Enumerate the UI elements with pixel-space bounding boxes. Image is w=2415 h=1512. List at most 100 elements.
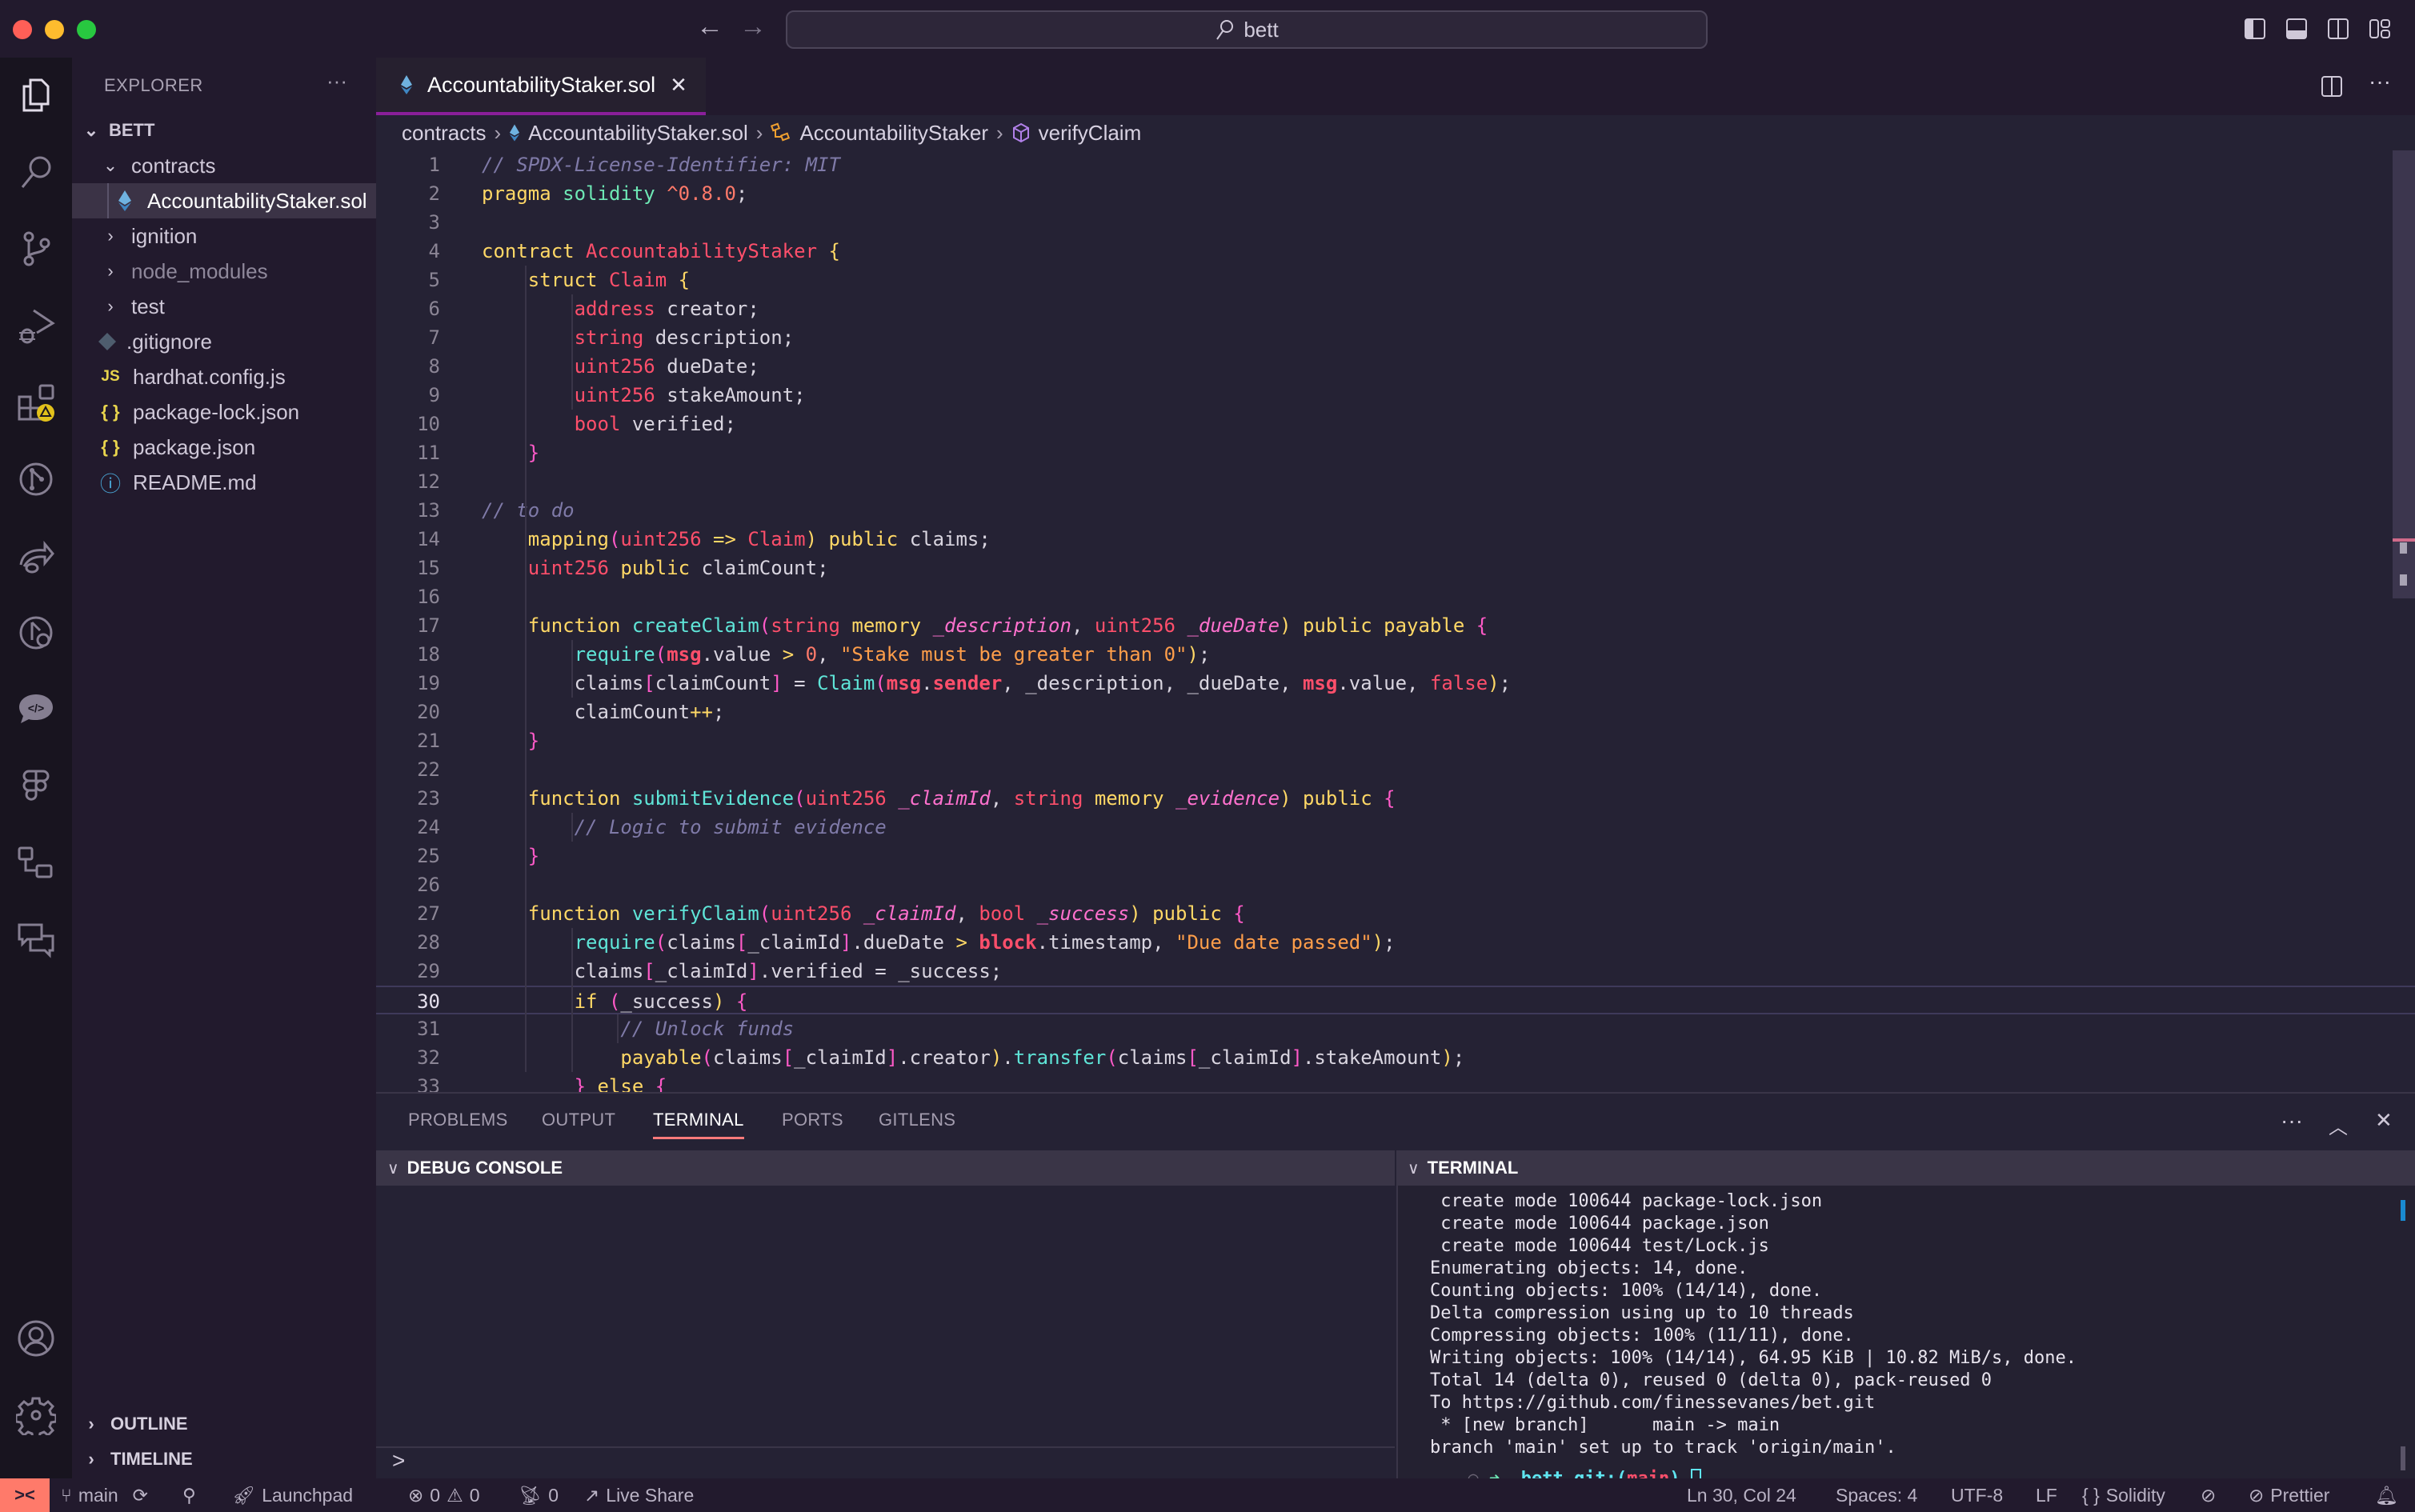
search-icon[interactable] <box>14 150 58 194</box>
code-line[interactable]: 27 function verifyClaim(uint256 _claimId… <box>376 899 2415 928</box>
code-line[interactable]: 11 } <box>376 438 2415 467</box>
debug-console-body[interactable]: > <box>376 1186 1395 1480</box>
editor-scrollbar[interactable] <box>2393 150 2415 598</box>
split-editor-icon[interactable] <box>2321 75 2343 98</box>
copilot-status[interactable]: ⊘ <box>2201 1485 2216 1506</box>
tree-item-ignition[interactable]: › ignition <box>72 218 376 254</box>
tab-terminal[interactable]: TERMINAL <box>653 1110 744 1139</box>
code-line[interactable]: 2 pragma solidity ^0.8.0; <box>376 179 2415 208</box>
gitlens-icon[interactable] <box>14 458 58 501</box>
code-line[interactable]: 28 require(claims[_claimId].dueDate > bl… <box>376 928 2415 957</box>
tree-item-hardhat-config[interactable]: JS hardhat.config.js <box>72 359 376 394</box>
workspace-root[interactable]: ⌄ BETT <box>72 113 376 148</box>
code-line[interactable]: 30 if (_success) { <box>376 986 2415 1014</box>
maximize-window-button[interactable] <box>77 20 96 39</box>
eol-status[interactable]: LF <box>2036 1485 2057 1506</box>
live-share-icon[interactable] <box>14 534 58 578</box>
code-editor[interactable]: 1 // SPDX-License-Identifier: MIT 2 pragma … <box>376 150 2415 1092</box>
run-and-debug-icon[interactable] <box>14 304 58 347</box>
maximize-panel-icon[interactable]: ︿ <box>2329 1111 2348 1139</box>
tab-output[interactable]: OUTPUT <box>542 1110 615 1130</box>
tree-item-readme[interactable]: ⓘ README.md <box>72 465 376 500</box>
code-line[interactable]: 29 claims[_claimId].verified = _success; <box>376 957 2415 986</box>
tree-item-node-modules[interactable]: › node_modules <box>72 254 376 289</box>
toggle-panel-icon[interactable] <box>2285 18 2308 40</box>
explorer-icon[interactable] <box>14 74 58 117</box>
toggle-primary-sidebar-icon[interactable] <box>2244 18 2266 40</box>
close-window-button[interactable] <box>13 20 32 39</box>
code-line[interactable]: 7 string description; <box>376 323 2415 352</box>
remote-explorer-icon[interactable] <box>14 842 58 885</box>
code-line[interactable]: 1 // SPDX-License-Identifier: MIT <box>376 150 2415 179</box>
customize-layout-icon[interactable] <box>2369 18 2391 40</box>
terminal-header[interactable]: ∨ TERMINAL <box>1396 1150 2415 1186</box>
launchpad-status[interactable]: 🚀︎ Launchpad <box>232 1485 353 1506</box>
more-actions-button[interactable]: ··· <box>326 69 347 94</box>
code-line[interactable]: 10 bool verified; <box>376 410 2415 438</box>
code-line[interactable]: 24 // Logic to submit evidence <box>376 813 2415 842</box>
problems-status[interactable]: ⊗ 0 ⚠ 0 <box>408 1485 480 1506</box>
code-line[interactable]: 23 function submitEvidence(uint256 _clai… <box>376 784 2415 813</box>
code-line[interactable]: 26 <box>376 870 2415 899</box>
figma-icon[interactable] <box>14 765 58 808</box>
panel-more-actions-icon[interactable]: ··· <box>2281 1108 2303 1134</box>
settings-gear-icon[interactable] <box>14 1394 58 1437</box>
toggle-secondary-sidebar-icon[interactable] <box>2327 18 2349 40</box>
close-tab-icon[interactable]: ✕ <box>670 73 687 98</box>
outline-section[interactable]: › OUTLINE <box>72 1408 187 1440</box>
close-panel-icon[interactable]: ✕ <box>2375 1108 2393 1133</box>
code-line[interactable]: 33 } else { <box>376 1072 2415 1092</box>
account-icon[interactable] <box>14 1317 58 1360</box>
tree-item-package-lock[interactable]: { } package-lock.json <box>72 394 376 430</box>
code-line[interactable]: 25 } <box>376 842 2415 870</box>
code-line[interactable]: 8 uint256 dueDate; <box>376 352 2415 381</box>
tree-item-accountabilitystaker-sol[interactable]: AccountabilityStaker.sol <box>72 183 376 218</box>
minimize-window-button[interactable] <box>45 20 64 39</box>
git-graph-status[interactable]: ⚲ <box>182 1485 196 1506</box>
timeline-section[interactable]: › TIMELINE <box>72 1443 192 1475</box>
editor-tab-accountabilitystaker[interactable]: AccountabilityStaker.sol ✕ <box>376 58 706 115</box>
sync-icon[interactable]: ⟳ <box>133 1485 148 1506</box>
ports-status[interactable]: 📡︎ 0 <box>519 1485 559 1506</box>
language-mode-status[interactable]: { } Solidity <box>2082 1485 2165 1506</box>
terminal-output[interactable]: ○ ➜ bett git:(main) create mode 100644 p… <box>1396 1186 2415 1490</box>
code-line[interactable]: 17 function createClaim(string memory _d… <box>376 611 2415 640</box>
breadcrumb-file[interactable]: AccountabilityStaker.sol <box>528 121 748 146</box>
code-line[interactable]: 32 payable(claims[_claimId].creator).tra… <box>376 1043 2415 1072</box>
debug-console-input-prompt[interactable]: > <box>392 1448 405 1474</box>
code-line[interactable]: 13 // to do <box>376 496 2415 525</box>
code-line[interactable]: 20 claimCount++; <box>376 698 2415 726</box>
tab-gitlens[interactable]: GITLENS <box>879 1110 955 1130</box>
code-line[interactable]: 3 <box>376 208 2415 237</box>
breadcrumb-contracts[interactable]: contracts <box>402 121 487 146</box>
live-share-status[interactable]: ↗ Live Share <box>584 1485 694 1506</box>
editor-more-actions-icon[interactable]: ··· <box>2369 69 2391 94</box>
breadcrumb-contract[interactable]: AccountabilityStaker <box>799 121 988 146</box>
tab-problems[interactable]: PROBLEMS <box>408 1110 508 1130</box>
code-line[interactable]: 16 <box>376 582 2415 611</box>
cursor-position[interactable]: Ln 30, Col 24 <box>1687 1485 1796 1506</box>
forward-arrow-icon[interactable]: → <box>739 11 767 42</box>
code-line[interactable]: 15 uint256 public claimCount; <box>376 554 2415 582</box>
code-chat-icon[interactable]: </> <box>14 688 58 731</box>
notifications-status[interactable]: 🔔︎ <box>2375 1485 2398 1506</box>
code-line[interactable]: 6 address creator; <box>376 294 2415 323</box>
back-arrow-icon[interactable]: ← <box>696 11 723 42</box>
tree-item-gitignore[interactable]: .gitignore <box>72 324 376 359</box>
remote-indicator-button[interactable]: >< <box>0 1478 50 1512</box>
code-line[interactable]: 9 uint256 stakeAmount; <box>376 381 2415 410</box>
gitlens-inspect-icon[interactable] <box>14 611 58 654</box>
command-center-search[interactable]: bett <box>786 10 1708 49</box>
breadcrumb-function[interactable]: verifyClaim <box>1039 121 1142 146</box>
indentation-status[interactable]: Spaces: 4 <box>1836 1485 1917 1506</box>
tree-item-test[interactable]: › test <box>72 289 376 324</box>
code-line[interactable]: 18 require(msg.value > 0, "Stake must be… <box>376 640 2415 669</box>
comments-icon[interactable] <box>14 918 58 962</box>
debug-console-header[interactable]: ∨ DEBUG CONSOLE <box>376 1150 1395 1186</box>
branch-status[interactable]: ⑂ main ⟳ <box>61 1485 148 1506</box>
tree-item-package-json[interactable]: { } package.json <box>72 430 376 465</box>
code-line[interactable]: 19 claims[claimCount] = Claim(msg.sender… <box>376 669 2415 698</box>
terminal-scrollbar[interactable] <box>2401 1446 2405 1470</box>
code-line[interactable]: 31 // Unlock funds <box>376 1014 2415 1043</box>
encoding-status[interactable]: UTF-8 <box>1951 1485 2003 1506</box>
